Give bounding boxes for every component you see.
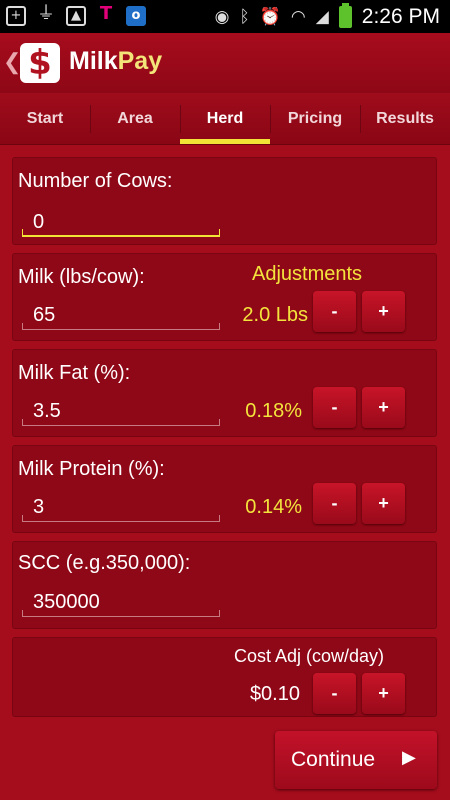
image-icon: ▲ (66, 6, 86, 26)
outlook-icon: o (126, 6, 146, 26)
play-arrow-icon: ▶ (402, 747, 416, 767)
back-chevron-icon[interactable]: ❮ (3, 49, 21, 75)
bluetooth-icon: ᛒ (239, 7, 250, 27)
status-time: 2:26 PM (361, 5, 440, 28)
app-logo[interactable]: $ (20, 43, 60, 83)
app-title-pay: Pay (117, 47, 163, 75)
cows-input[interactable]: 0 (22, 207, 220, 237)
cows-card: Number of Cows: 0 (12, 157, 437, 245)
protein-minus-button[interactable]: - (313, 483, 356, 524)
fat-minus-button[interactable]: - (313, 387, 356, 428)
scc-card: SCC (e.g.350,000): 350000 (12, 541, 437, 629)
fat-card: Milk Fat (%): 3.5 0.18% - + (12, 349, 437, 437)
tab-results[interactable]: Results (360, 93, 450, 144)
milk-minus-button[interactable]: - (313, 291, 356, 332)
scc-value: 350000 (33, 591, 100, 613)
battery-charging-icon (338, 3, 352, 28)
cows-label: Number of Cows: (18, 170, 173, 192)
protein-input[interactable]: 3 (22, 492, 220, 522)
alarm-icon: ⏰ (259, 7, 281, 27)
scc-input[interactable]: 350000 (22, 587, 220, 617)
tab-area[interactable]: Area (90, 93, 180, 144)
fat-value: 3.5 (33, 400, 61, 422)
tab-herd[interactable]: Herd (180, 93, 270, 144)
action-bar: ❮ $ MilkPay (0, 33, 450, 93)
protein-value: 3 (33, 496, 45, 518)
eye-icon: ◉ (214, 7, 230, 27)
cost-card: Cost Adj (cow/day) $0.10 - + (12, 637, 437, 717)
cost-value: $0.10 (249, 683, 300, 705)
cost-label: Cost Adj (cow/day) (234, 646, 385, 666)
tmobile-icon: T (99, 3, 113, 24)
fat-label: Milk Fat (%): (18, 362, 131, 384)
signal-icon: ◢ (315, 7, 329, 27)
dollar-logo-icon: $ (28, 43, 52, 83)
fat-adjust-value: 0.18% (245, 400, 302, 422)
continue-button[interactable]: Continue ▶ (275, 731, 437, 789)
protein-label: Milk Protein (%): (18, 458, 165, 480)
usb-icon: ⏚ (37, 3, 55, 24)
protein-plus-button[interactable]: + (362, 483, 405, 524)
app-title: MilkPay (69, 47, 162, 76)
milk-value: 65 (33, 304, 56, 326)
milk-label: Milk (lbs/cow): (18, 266, 145, 288)
adjustments-title: Adjustments (252, 263, 363, 285)
fat-plus-button[interactable]: + (362, 387, 405, 428)
milk-card: Milk (lbs/cow): Adjustments 65 2.0 Lbs -… (12, 253, 437, 341)
fat-input[interactable]: 3.5 (22, 396, 220, 426)
protein-adjust-value: 0.14% (245, 496, 302, 518)
milk-input[interactable]: 65 (22, 300, 220, 330)
continue-label: Continue (291, 748, 376, 771)
scc-label: SCC (e.g.350,000): (18, 552, 191, 574)
cost-plus-button[interactable]: + (362, 673, 405, 714)
milk-adjust-value: 2.0 Lbs (242, 304, 308, 326)
protein-card: Milk Protein (%): 3 0.14% - + (12, 445, 437, 533)
app-title-milk: Milk (69, 47, 118, 75)
cost-minus-button[interactable]: - (313, 673, 356, 714)
tab-bar: Start Area Herd Pricing Results (0, 93, 450, 145)
status-bar: + ⏚ ▲ T o ◉ ᛒ ⏰ ◠ ◢ 2:26 PM (0, 0, 450, 33)
tab-pricing[interactable]: Pricing (270, 93, 360, 144)
wifi-icon: ◠ (290, 7, 306, 27)
milk-plus-button[interactable]: + (362, 291, 405, 332)
cows-value: 0 (33, 211, 45, 233)
tab-start[interactable]: Start (0, 93, 90, 144)
add-notification-icon: + (6, 6, 26, 26)
